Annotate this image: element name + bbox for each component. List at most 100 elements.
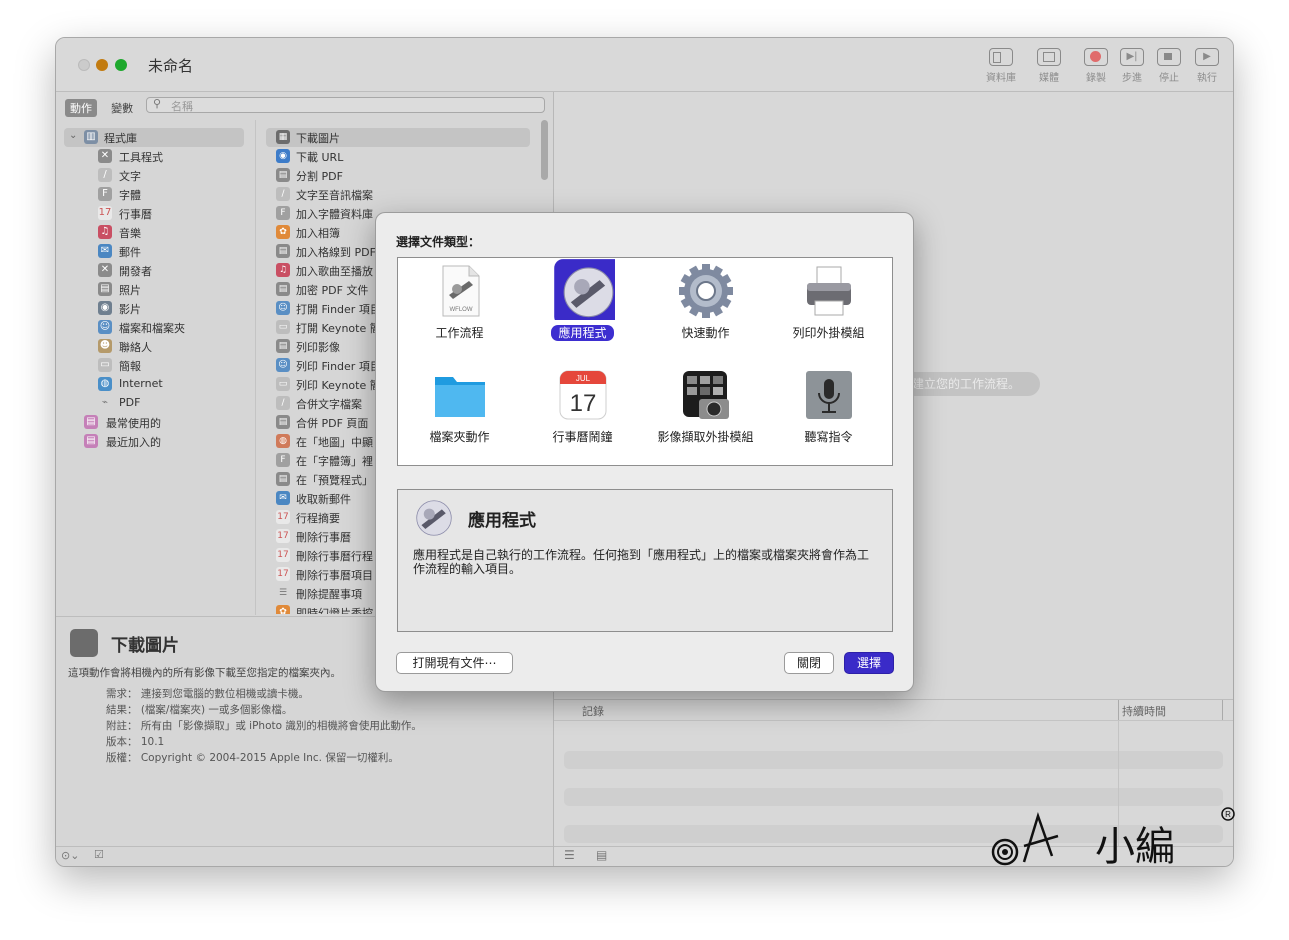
list-view-icon[interactable]: ☰	[564, 848, 575, 862]
search-icon: ⚲	[153, 97, 162, 110]
description-requires: 需求： 連接到您電腦的數位相機或讀卡機。	[106, 688, 309, 700]
gear-icon	[679, 264, 733, 318]
type-folder-action[interactable]: 檔案夾動作	[398, 362, 521, 465]
step-toolbar-label: 步進	[1122, 73, 1142, 84]
svg-text:17: 17	[570, 390, 597, 417]
type-label: 行事曆鬧鐘	[552, 430, 613, 444]
description-text: 這項動作會將相機內的所有影像下載至您指定的檔案夾內。	[68, 667, 341, 679]
selected-type-info: 應用程式 應用程式是自己執行的工作流程。任何拖到「應用程式」上的檔案或檔案夾將會…	[397, 489, 893, 632]
zoom-window-button[interactable]	[115, 59, 127, 71]
run-toolbar-button[interactable]: ▶ 執行	[1187, 48, 1227, 84]
type-print-plugin[interactable]: 列印外掛模組	[767, 258, 890, 361]
run-icon: ▶	[1195, 48, 1219, 66]
log-row	[564, 751, 1223, 769]
step-icon: ▶|	[1120, 48, 1144, 66]
library-item[interactable]: / 文字	[64, 166, 244, 185]
stop-toolbar-button[interactable]: 停止	[1149, 48, 1189, 84]
description-toggle-icon[interactable]: ☑	[94, 848, 104, 861]
library-item[interactable]: ♫ 音樂	[64, 223, 244, 242]
left-bottom-bar: ⊙⌄ ☑	[56, 846, 553, 866]
library-item[interactable]: ✕ 開發者	[64, 261, 244, 280]
library-icon	[989, 48, 1013, 66]
calendar-icon: JUL 17	[559, 370, 607, 420]
library-toolbar-button[interactable]: 資料庫	[981, 48, 1021, 84]
record-toolbar-button[interactable]: 錄製	[1076, 48, 1116, 84]
library-item[interactable]: ✕ 工具程式	[64, 147, 244, 166]
library-item[interactable]: ▭ 簡報	[64, 356, 244, 375]
log-column-divider	[1222, 700, 1223, 720]
type-label: 應用程式	[521, 324, 644, 341]
type-calendar-alarm[interactable]: JUL 17 行事曆鬧鐘	[521, 362, 644, 465]
type-application[interactable]: 應用程式	[521, 258, 644, 361]
watermark-text: 小編	[1095, 824, 1175, 866]
stop-toolbar-label: 停止	[1159, 73, 1179, 84]
library-item[interactable]: F 字體	[64, 185, 244, 204]
workflow-icon: WFLOW	[442, 265, 480, 317]
selected-type-description: 應用程式是自己執行的工作流程。任何拖到「應用程式」上的檔案或檔案夾將會作為工作流…	[413, 548, 870, 576]
description-note: 附註： 所有由「影像擷取」或 iPhoto 識別的相機將會使用此動作。	[106, 720, 422, 732]
folder-icon	[435, 377, 485, 417]
library-item[interactable]: ◍ Internet	[64, 375, 244, 394]
type-label: 影像擷取外掛模組	[657, 430, 754, 444]
library-item[interactable]: ☻ 聯絡人	[64, 337, 244, 356]
action-item[interactable]: / 文字至音訊檔案	[266, 185, 530, 204]
library-recently-added[interactable]: ▤ 最近加入的	[64, 432, 244, 451]
log-row	[564, 788, 1223, 806]
description-copyright: 版權： Copyright © 2004-2015 Apple Inc. 保留一…	[106, 752, 399, 764]
column-divider	[255, 120, 256, 615]
tab-variables[interactable]: 變數	[106, 99, 138, 117]
library-root-label: 程式庫	[104, 132, 137, 145]
chevron-down-icon: ⌄	[69, 130, 78, 141]
actions-scrollbar[interactable]	[541, 120, 548, 180]
watermark-logo: 小編 R	[991, 807, 1235, 866]
open-existing-button[interactable]: 打開現有文件⋯	[396, 652, 513, 674]
action-item[interactable]: ◉ 下載 URL	[266, 147, 530, 166]
action-item[interactable]: ▤ 分割 PDF	[266, 166, 530, 185]
application-icon	[416, 500, 452, 536]
search-input[interactable]: ⚲ 名稱	[146, 97, 545, 113]
image-capture-icon	[683, 371, 729, 419]
library-most-used[interactable]: ▤ 最常使用的	[64, 413, 244, 432]
download-images-icon	[70, 629, 98, 657]
description-version: 版本： 10.1	[106, 736, 165, 748]
type-workflow[interactable]: WFLOW 工作流程	[398, 258, 521, 361]
action-item[interactable]: ▦ 下載圖片	[266, 128, 530, 147]
split-view-icon[interactable]: ▤	[596, 848, 607, 862]
choose-document-type-dialog: 選擇文件類型： WFLOW 工作流程 應用程式 快速動作 列印外掛模組 檔案夾動…	[375, 212, 914, 692]
step-toolbar-button[interactable]: ▶| 步進	[1112, 48, 1152, 84]
application-icon	[554, 259, 615, 320]
microphone-icon	[806, 371, 852, 419]
close-button[interactable]: 關閉	[784, 652, 834, 674]
type-quick-action[interactable]: 快速動作	[644, 258, 767, 361]
library-item[interactable]: ◉ 影片	[64, 299, 244, 318]
choose-button[interactable]: 選擇	[844, 652, 894, 674]
library-item[interactable]: ✉ 郵件	[64, 242, 244, 261]
dialog-prompt: 選擇文件類型：	[396, 235, 481, 249]
close-window-button[interactable]	[78, 59, 90, 71]
media-icon	[1037, 48, 1061, 66]
library-item[interactable]: ⌁ PDF	[64, 394, 244, 413]
library-item[interactable]: ▤ 照片	[64, 280, 244, 299]
minimize-window-button[interactable]	[96, 59, 108, 71]
library-root[interactable]: ⌄ ▥ 程式庫	[64, 128, 244, 147]
svg-text:R: R	[1225, 810, 1231, 819]
type-label: 快速動作	[681, 326, 730, 340]
library-item[interactable]: ☺ 檔案和檔案夾	[64, 318, 244, 337]
type-dictation-command[interactable]: 聽寫指令	[767, 362, 890, 465]
window-title: 未命名	[148, 57, 194, 75]
document-type-grid: WFLOW 工作流程 應用程式 快速動作 列印外掛模組 檔案夾動作 JUL 17…	[397, 257, 893, 466]
library-item[interactable]: 17 行事曆	[64, 204, 244, 223]
tab-actions[interactable]: 動作	[65, 99, 97, 117]
description-title: 下載圖片	[111, 636, 179, 656]
library-list: ⌄ ▥ 程式庫 ✕ 工具程式 / 文字 F 字體 17 行事曆 ♫ 音樂 ✉ 郵件 ✕ 開發者…	[64, 128, 244, 451]
media-toolbar-button[interactable]: 媒體	[1029, 48, 1069, 84]
run-toolbar-label: 執行	[1197, 73, 1217, 84]
titlebar: 未命名 資料庫 媒體 錄製 ▶| 步進 停止 ▶ 執行	[56, 38, 1233, 92]
printer-icon	[807, 266, 851, 316]
type-image-capture-plugin[interactable]: 影像擷取外掛模組	[644, 362, 767, 465]
panel-tabs: 動作 變數	[65, 97, 142, 117]
stop-icon	[1157, 48, 1181, 66]
svg-text:WFLOW: WFLOW	[450, 307, 473, 313]
selected-type-title: 應用程式	[468, 511, 536, 531]
more-options-icon[interactable]: ⊙⌄	[61, 849, 79, 862]
